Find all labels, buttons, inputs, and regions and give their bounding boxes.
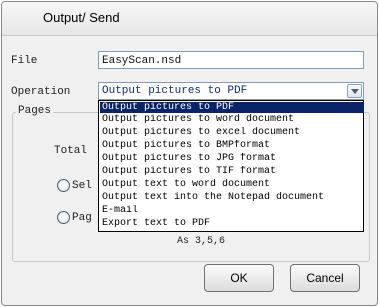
title-bar: Output/ Send xyxy=(2,2,377,36)
file-label: File xyxy=(11,55,38,67)
total-label: Total xyxy=(54,145,88,157)
option-text-to-word[interactable]: Output text to word document xyxy=(100,179,364,190)
option-pictures-to-tif[interactable]: Output pictures to TIF format xyxy=(100,166,364,177)
radio-pages-label: Pag xyxy=(72,212,92,224)
option-pictures-to-word[interactable]: Output pictures to word document xyxy=(100,114,364,125)
file-name-field[interactable]: EasyScan.nsd xyxy=(98,51,364,69)
cancel-button[interactable]: Cancel xyxy=(290,264,360,292)
output-send-dialog: Output/ Send File EasyScan.nsd Operation… xyxy=(1,1,378,306)
option-email[interactable]: E-mail xyxy=(100,205,364,216)
option-export-text-to-pdf[interactable]: Export text to PDF xyxy=(100,218,364,229)
radio-page-range[interactable] xyxy=(57,211,70,224)
radio-selected-pages[interactable] xyxy=(57,179,70,192)
option-pictures-to-pdf[interactable]: Output pictures to PDF xyxy=(100,102,364,113)
option-text-to-notepad[interactable]: Output text into the Notepad document xyxy=(100,192,364,203)
operation-dropdown-list: Output pictures to PDF Output pictures t… xyxy=(98,100,364,232)
operation-select[interactable]: Output pictures to PDF xyxy=(98,82,364,100)
option-pictures-to-jpg[interactable]: Output pictures to JPG format xyxy=(100,153,364,164)
option-pictures-to-bmp[interactable]: Output pictures to BMPformat xyxy=(100,140,364,151)
dropdown-button[interactable] xyxy=(347,84,362,98)
option-pictures-to-excel[interactable]: Output pictures to excel document xyxy=(100,127,364,138)
operation-selected-value: Output pictures to PDF xyxy=(102,85,248,97)
chevron-down-icon xyxy=(351,89,359,94)
pages-group-label: Pages xyxy=(16,105,54,117)
page-range-hint: As 3,5,6 xyxy=(177,236,226,247)
operation-label: Operation xyxy=(11,86,71,98)
radio-selected-label: Sel xyxy=(72,180,92,192)
ok-button[interactable]: OK xyxy=(204,264,274,292)
dialog-title: Output/ Send xyxy=(43,10,120,25)
